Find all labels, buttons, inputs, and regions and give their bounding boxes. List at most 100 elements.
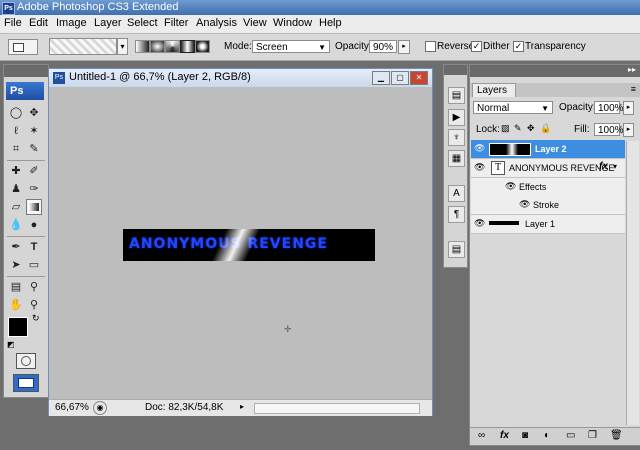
collapse-icon[interactable]: ▸▸	[628, 65, 636, 74]
fill-slider-button[interactable]: ▸	[623, 123, 634, 137]
fx-icon[interactable]: fx	[599, 161, 608, 172]
quick-mask-button[interactable]	[16, 353, 36, 369]
layers-panel-header[interactable]: ▸▸	[470, 65, 640, 77]
brush-tool-icon[interactable]: ✐	[26, 163, 42, 179]
mode-dropdown[interactable]: Screen ▼	[252, 40, 330, 53]
crop-tool-icon[interactable]: ⌗	[8, 141, 24, 157]
visibility-eye-icon[interactable]: 👁	[519, 199, 530, 210]
menu-view[interactable]: View	[243, 17, 267, 29]
reflected-gradient-button[interactable]	[180, 40, 195, 53]
reverse-checkbox[interactable]	[425, 41, 436, 52]
lock-all-icon[interactable]: 🔒	[540, 123, 551, 134]
layers-scrollbar[interactable]	[626, 141, 639, 425]
marquee-tool-icon[interactable]: ◯	[8, 105, 24, 121]
transparency-checkbox[interactable]: ✓	[513, 41, 524, 52]
menu-help[interactable]: Help	[319, 17, 342, 29]
menu-file[interactable]: File	[4, 17, 22, 29]
lock-position-icon[interactable]: ✥	[527, 123, 535, 134]
default-colors-icon[interactable]: ◩	[7, 340, 15, 349]
delete-layer-icon[interactable]: 🗑	[610, 430, 623, 441]
lock-transparency-icon[interactable]: ▨	[501, 123, 510, 134]
menu-edit[interactable]: Edit	[29, 17, 48, 29]
screen-mode-button[interactable]	[13, 374, 39, 392]
slice-tool-icon[interactable]: ✎	[26, 141, 42, 157]
dock-header[interactable]	[444, 65, 467, 75]
link-layers-icon[interactable]: ∞	[478, 430, 485, 441]
pen-tool-icon[interactable]: ✒	[8, 239, 24, 255]
horizontal-scrollbar[interactable]	[254, 403, 420, 414]
layer-comps-panel-icon[interactable]: ▤	[448, 241, 465, 258]
opacity-slider-button[interactable]: ▸	[398, 40, 410, 54]
panel-menu-icon[interactable]: ≡	[631, 84, 636, 94]
path-selection-tool-icon[interactable]: ➤	[8, 257, 24, 273]
angle-gradient-button[interactable]	[165, 40, 180, 53]
dither-checkbox[interactable]: ✓	[471, 41, 482, 52]
clone-stamp-tool-icon[interactable]: ♟	[8, 181, 24, 197]
hand-tool-icon[interactable]: ✋	[8, 297, 24, 313]
adjustment-layer-icon[interactable]: ◐	[544, 430, 550, 441]
add-mask-icon[interactable]: ◙	[522, 430, 528, 441]
visibility-eye-icon[interactable]: 👁	[474, 162, 485, 173]
visibility-eye-icon[interactable]: 👁	[505, 181, 516, 192]
character-panel-icon[interactable]: A	[448, 185, 465, 202]
menu-layer[interactable]: Layer	[94, 17, 122, 29]
layer-opacity-input[interactable]: 100%	[594, 101, 624, 114]
expand-effects-icon[interactable]: ▾	[613, 162, 617, 171]
menu-image[interactable]: Image	[56, 17, 87, 29]
maximize-button[interactable]: ▢	[391, 71, 409, 85]
status-menu-arrow-icon[interactable]: ▸	[240, 402, 244, 411]
document-titlebar[interactable]: Ps Untitled-1 @ 66,7% (Layer 2, RGB/8) ▁…	[49, 69, 432, 87]
fill-input[interactable]: 100%	[594, 123, 624, 136]
minimize-button[interactable]: ▁	[372, 71, 390, 85]
lock-image-icon[interactable]: ✎	[514, 123, 522, 134]
blur-tool-icon[interactable]: 💧	[8, 217, 24, 233]
tab-layers[interactable]: Layers ×	[472, 83, 516, 110]
linear-gradient-button[interactable]	[135, 40, 150, 53]
tool-presets-panel-icon[interactable]: ♆	[448, 129, 465, 146]
move-tool-icon[interactable]: ✥	[26, 105, 42, 121]
menu-filter[interactable]: Filter	[164, 17, 188, 29]
dodge-tool-icon[interactable]: ●	[26, 217, 42, 233]
new-layer-icon[interactable]: ❐	[588, 430, 597, 441]
close-button[interactable]: ✕	[410, 71, 428, 85]
navigator-panel-icon[interactable]: ▦	[448, 150, 465, 167]
tool-preset-picker[interactable]	[8, 39, 38, 55]
lasso-tool-icon[interactable]: ℓ	[8, 123, 24, 139]
magic-wand-tool-icon[interactable]: ✶	[26, 123, 42, 139]
gradient-tool-icon[interactable]	[26, 199, 42, 215]
layer-row-layer-2[interactable]: 👁 Layer 2	[471, 140, 625, 159]
new-group-icon[interactable]: ▭	[566, 430, 575, 441]
actions-panel-icon[interactable]: ▶	[448, 109, 465, 126]
healing-brush-tool-icon[interactable]: ✚	[8, 163, 24, 179]
eyedropper-tool-icon[interactable]: ⚲	[26, 279, 42, 295]
layer-row-stroke[interactable]: 👁 Stroke	[471, 196, 625, 215]
zoom-tool-icon[interactable]: ⚲	[26, 297, 42, 313]
gradient-picker[interactable]	[49, 38, 117, 55]
visibility-eye-icon[interactable]: 👁	[474, 143, 485, 154]
notes-tool-icon[interactable]: ▤	[8, 279, 24, 295]
paragraph-panel-icon[interactable]: ¶	[448, 206, 465, 223]
menu-analysis[interactable]: Analysis	[196, 17, 237, 29]
blend-mode-dropdown[interactable]: Normal ▼	[473, 101, 553, 114]
eraser-tool-icon[interactable]: ▱	[8, 199, 24, 215]
layer-row-layer-1[interactable]: 👁 Layer 1	[471, 215, 625, 234]
foreground-color-swatch[interactable]	[8, 317, 28, 337]
swap-colors-icon[interactable]: ↻	[32, 313, 40, 324]
history-panel-icon[interactable]: ▤	[448, 87, 465, 104]
canvas[interactable]: ANONYMOUS REVENGE ✛	[49, 87, 432, 399]
add-style-icon[interactable]: fx	[500, 430, 509, 441]
rectangle-tool-icon[interactable]: ▭	[26, 257, 42, 273]
opacity-input[interactable]: 90%	[369, 40, 397, 53]
menu-select[interactable]: Select	[127, 17, 158, 29]
history-brush-tool-icon[interactable]: ✑	[26, 181, 42, 197]
radial-gradient-button[interactable]	[150, 40, 165, 53]
zoom-level[interactable]: 66,67%	[55, 402, 89, 413]
type-tool-icon[interactable]: T	[26, 239, 42, 255]
layer-row-anonymous-revenge[interactable]: 👁 T ANONYMOUS REVENGE fx ▾	[471, 159, 625, 178]
diamond-gradient-button[interactable]	[195, 40, 210, 53]
layer-row-effects[interactable]: 👁 Effects	[471, 178, 625, 197]
info-icon[interactable]: ◉	[93, 401, 107, 415]
gradient-picker-arrow[interactable]: ▾	[117, 38, 128, 55]
layer-opacity-slider-button[interactable]: ▸	[623, 101, 634, 115]
visibility-eye-icon[interactable]: 👁	[474, 218, 485, 229]
